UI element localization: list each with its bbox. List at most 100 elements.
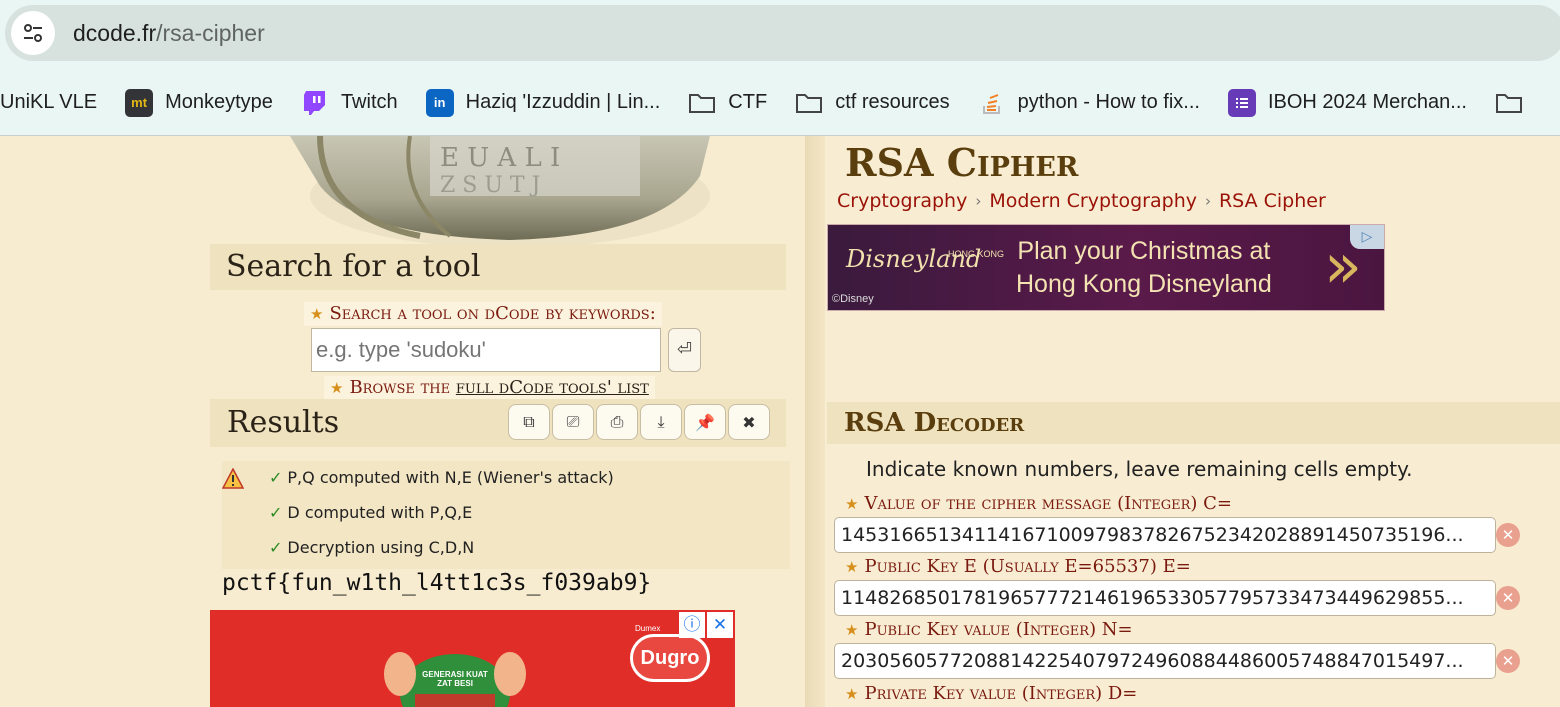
ad-close-icon[interactable]: ✕	[707, 612, 733, 638]
url-text[interactable]: dcode.fr/rsa-cipher	[73, 20, 265, 47]
star-icon: ★	[310, 305, 324, 323]
bookmark-unikl-vle[interactable]: UniKL VLE	[0, 91, 97, 114]
result-line: ✓ P,Q computed with N,E (Wiener's attack)	[269, 466, 614, 490]
breadcrumb: Cryptography › Modern Cryptography › RSA…	[837, 190, 1326, 212]
print-button[interactable]: ⎙	[596, 404, 638, 440]
monkeytype-icon: mt	[125, 88, 154, 117]
result-text: D computed with P,Q,E	[287, 503, 473, 522]
breadcrumb-cryptography[interactable]: Cryptography	[837, 190, 967, 212]
field-label-text: Private Key value (Integer) D=	[864, 683, 1138, 704]
public-key-e-input[interactable]: 1148268501781965777214619653305779573347…	[834, 580, 1496, 616]
field-label-text: Value of the cipher message (Integer) C=	[864, 493, 1233, 514]
clear-e-button[interactable]: ✕	[1496, 586, 1520, 610]
field-label-d: ★ Private Key value (Integer) D=	[845, 683, 1137, 705]
chevron-right-icon: ›	[975, 192, 982, 210]
public-key-n-input[interactable]: 2030560577208814225407972496088448600574…	[834, 643, 1496, 679]
bookmark-iboh[interactable]: IBOH 2024 Merchan...	[1227, 88, 1467, 117]
decoder-note: Indicate known numbers, leave remaining …	[866, 457, 1413, 481]
cryptex-image: E U A L I Z S U T J	[290, 136, 710, 244]
copy-button[interactable]: ⧉	[508, 404, 550, 440]
bookmark-label: UniKL VLE	[0, 91, 98, 113]
clear-c-button[interactable]: ✕	[1496, 523, 1520, 547]
bookmark-twitch[interactable]: Twitch	[301, 89, 398, 117]
breadcrumb-rsa-cipher[interactable]: RSA Cipher	[1219, 190, 1326, 212]
star-icon: ★	[845, 685, 859, 703]
svg-text:Z S U T J: Z S U T J	[440, 173, 540, 198]
column-divider	[805, 136, 825, 707]
ad-controls: ⓘ ✕	[677, 612, 733, 638]
bookmark-label: IBOH 2024 Merchan...	[1267, 91, 1467, 113]
stackoverflow-icon	[978, 89, 1006, 117]
address-bar[interactable]: dcode.fr/rsa-cipher	[5, 5, 1560, 61]
field-label-c: ★ Value of the cipher message (Integer) C…	[845, 493, 1232, 515]
ad-slogan: GENERASI KUAT ZAT BESI	[422, 670, 488, 688]
browse-tools: ★ Browse the full dCode tools' list	[324, 376, 655, 400]
star-icon: ★	[845, 621, 859, 639]
url-path: /rsa-cipher	[156, 19, 265, 46]
tool-search-input[interactable]	[311, 328, 661, 372]
svg-text:E U A L I: E U A L I	[440, 143, 560, 173]
disneyland-logo: Disneyland	[846, 245, 982, 273]
bookmark-label: Twitch	[340, 91, 398, 113]
folder-icon	[688, 89, 716, 117]
bookmark-linkedin[interactable]: in Haziq 'Izzuddin | Lin...	[425, 88, 660, 117]
folder-icon	[1495, 89, 1523, 117]
url-domain: dcode.fr	[73, 19, 157, 46]
bookmark-label: CTF	[728, 91, 768, 113]
pin-button[interactable]: 📌	[684, 404, 726, 440]
full-tools-list-link[interactable]: full dCode tools' list	[456, 377, 649, 398]
main-content: RSA Cipher Cryptography › Modern Cryptog…	[825, 136, 1560, 707]
dugro-ad[interactable]: GENERASI KUAT ZAT BESI Dumex Dugro ⓘ ✕	[210, 610, 735, 707]
search-section-title: Search for a tool	[210, 244, 786, 290]
bookmark-label: Monkeytype	[165, 91, 273, 113]
dugro-logo: Dugro	[630, 634, 710, 682]
close-results-button[interactable]: ✖	[728, 404, 770, 440]
result-text: P,Q computed with N,E (Wiener's attack)	[287, 468, 614, 487]
bookmark-label: ctf resources	[835, 91, 950, 113]
site-settings-icon[interactable]	[11, 11, 55, 55]
page-content: E U A L I Z S U T J Search for a tool ★ S…	[0, 136, 1560, 707]
ad-line-2: Hong Kong Disneyland	[1016, 270, 1272, 298]
bookmark-more-folder[interactable]	[1495, 89, 1535, 117]
bookmark-stackoverflow[interactable]: python - How to fix...	[978, 89, 1200, 117]
browse-prefix: Browse the	[349, 377, 451, 398]
disneyland-ad[interactable]: HONG KONG Disneyland Plan your Christmas…	[827, 224, 1385, 311]
keywords-label: ★ Search a tool on dCode by keywords:	[304, 302, 662, 326]
twitch-icon	[301, 89, 329, 117]
results-header: Results ⧉ ⎚ ⎙ ⤓ 📌 ✖	[210, 399, 786, 447]
download-button[interactable]: ⤓	[640, 404, 682, 440]
check-icon: ✓	[269, 468, 283, 487]
bookmarks-bar: UniKL VLE mt Monkeytype Twitch in Haziq 'I…	[0, 70, 1560, 136]
results-log: ✓ P,Q computed with N,E (Wiener's attack)…	[222, 461, 790, 569]
bookmark-monkeytype[interactable]: mt Monkeytype	[125, 88, 273, 117]
field-label-text: Public Key value (Integer) N=	[864, 619, 1133, 640]
decoder-title: RSA Decoder	[827, 402, 1560, 444]
screenshot-button[interactable]: ⎚	[552, 404, 594, 440]
results-title: Results	[227, 405, 340, 440]
ad-info-icon[interactable]: ⓘ	[679, 612, 705, 638]
bookmark-ctf[interactable]: CTF	[688, 89, 767, 117]
folder-icon	[795, 89, 823, 117]
left-sidebar: E U A L I Z S U T J Search for a tool ★ S…	[210, 136, 805, 707]
breadcrumb-modern-cryptography[interactable]: Modern Cryptography	[989, 190, 1197, 212]
star-icon: ★	[845, 495, 859, 513]
ad-badge: Dumex	[635, 624, 661, 633]
ad-line-1: Plan your Christmas at	[1017, 237, 1271, 265]
cipher-message-input[interactable]: 1453166513411416710097983782675234202889…	[834, 517, 1496, 553]
field-label-n: ★ Public Key value (Integer) N=	[845, 619, 1133, 641]
field-label-text: Public Key E (Usually E=65537) E=	[864, 556, 1191, 577]
browser-toolbar: dcode.fr/rsa-cipher	[0, 0, 1560, 70]
adchoices-icon[interactable]: ▷	[1350, 225, 1384, 249]
result-line: ✓ D computed with P,Q,E	[269, 501, 472, 525]
result-text: Decryption using C,D,N	[287, 538, 475, 557]
linkedin-icon: in	[425, 88, 454, 117]
bookmark-label: python - How to fix...	[1017, 91, 1200, 113]
clear-n-button[interactable]: ✕	[1496, 649, 1520, 673]
decrypted-output[interactable]: pctf{fun_w1th_l4tt1c3s_f039ab9}	[222, 570, 651, 596]
result-line: ✓ Decryption using C,D,N	[269, 536, 474, 560]
bookmark-ctf-resources[interactable]: ctf resources	[795, 89, 950, 117]
results-toolbar: ⧉ ⎚ ⎙ ⤓ 📌 ✖	[508, 404, 772, 440]
keywords-label-text: Search a tool on dCode by keywords:	[329, 303, 656, 324]
search-submit-button[interactable]: ⏎	[668, 328, 701, 372]
forms-icon	[1227, 88, 1256, 117]
